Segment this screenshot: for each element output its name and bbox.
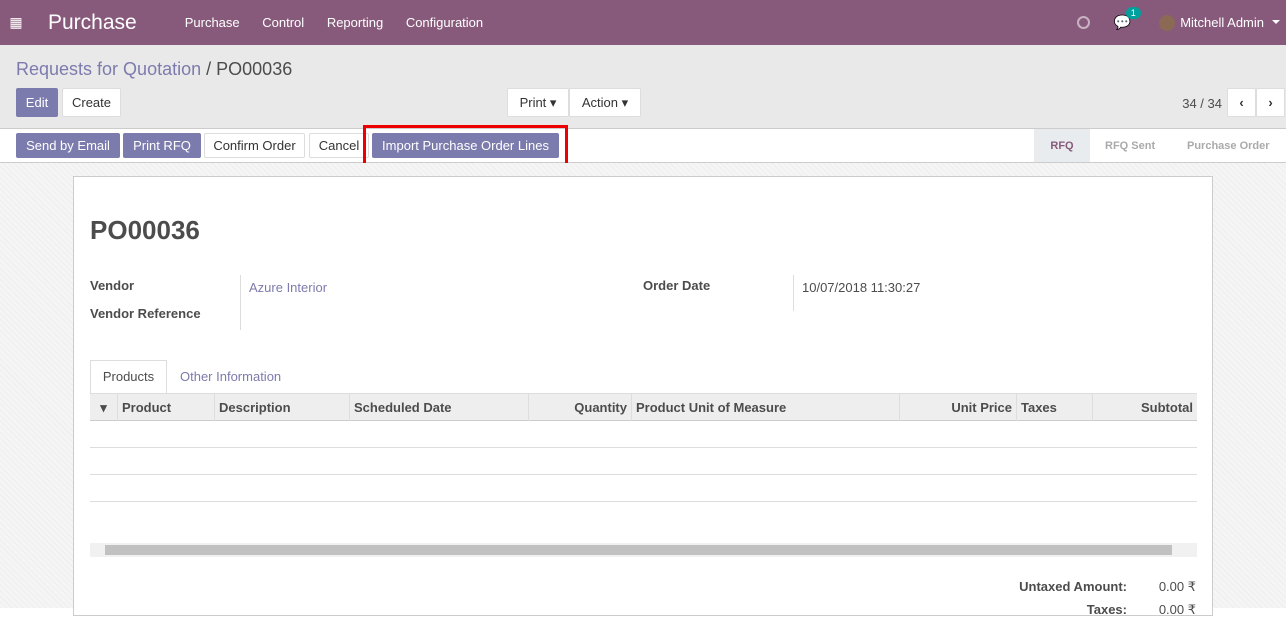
tab-products[interactable]: Products [90, 360, 167, 394]
status-purchase-order[interactable]: Purchase Order [1187, 129, 1270, 162]
send-by-email-button[interactable]: Send by Email [16, 133, 120, 158]
col-scheduled-date[interactable]: Scheduled Date [350, 394, 529, 421]
app-brand: Purchase [48, 10, 137, 34]
order-title: PO00036 [90, 215, 200, 245]
top-navbar: ▦ Purchase Purchase Control Reporting Co… [0, 0, 1286, 45]
confirm-order-button[interactable]: Confirm Order [204, 133, 305, 158]
menu-reporting[interactable]: Reporting [327, 15, 383, 30]
pager-previous-button[interactable]: ‹ [1227, 88, 1256, 117]
breadcrumb: Requests for Quotation / PO00036 [16, 59, 292, 80]
action-dropdown[interactable]: Action ▾ [569, 88, 641, 117]
print-rfq-button[interactable]: Print RFQ [123, 133, 201, 158]
taxes-label: Taxes: [1086, 602, 1127, 617]
import-purchase-order-lines-button[interactable]: Import Purchase Order Lines [372, 133, 559, 158]
tab-other-information[interactable]: Other Information [180, 369, 281, 384]
pager-value: 34 / 34 [1182, 96, 1222, 111]
breadcrumb-current: PO00036 [216, 59, 293, 79]
print-dropdown[interactable]: Print ▾ [507, 88, 569, 117]
vendor-label: Vendor [90, 278, 135, 293]
status-rfq: RFQ [1034, 129, 1090, 162]
order-date-label: Order Date [643, 278, 711, 293]
create-button[interactable]: Create [62, 88, 121, 117]
form-sheet: PO00036 Vendor Vendor Reference Azure In… [73, 176, 1213, 617]
menu-purchase[interactable]: Purchase [185, 15, 240, 30]
pager-next-button[interactable]: › [1256, 88, 1285, 117]
form-statusbar: Send by Email Print RFQ Confirm Order Ca… [0, 125, 1286, 167]
col-product[interactable]: Product [118, 394, 215, 421]
action-label: Action [581, 95, 618, 110]
taxes-value: 0.00 ₹ [1158, 602, 1196, 617]
breadcrumb-parent[interactable]: Requests for Quotation [16, 59, 201, 79]
cancel-button[interactable]: Cancel [309, 133, 369, 158]
print-label: Print [519, 95, 547, 110]
order-date-value: 10/07/2018 11:30:27 [802, 280, 921, 295]
activity-clock-icon[interactable] [1076, 16, 1090, 29]
col-uom[interactable]: Product Unit of Measure [632, 394, 900, 421]
col-unit-price[interactable]: Unit Price [900, 394, 1017, 421]
user-menu[interactable]: Mitchell Admin [1180, 15, 1264, 30]
col-quantity[interactable]: Quantity [529, 394, 632, 421]
apps-grid-icon[interactable]: ▦ [0, 14, 32, 31]
vendor-reference-label: Vendor Reference [90, 306, 201, 321]
col-taxes[interactable]: Taxes [1017, 394, 1093, 421]
untaxed-amount-value: 0.00 ₹ [1158, 579, 1196, 594]
menu-configuration[interactable]: Configuration [406, 15, 483, 30]
chevron-down-icon [1272, 20, 1280, 28]
col-description[interactable]: Description [215, 394, 350, 421]
untaxed-amount-label: Untaxed Amount: [1019, 579, 1127, 594]
table-body [90, 421, 1197, 525]
chat-icon[interactable]: 💬 1 [1114, 7, 1141, 31]
menu-control[interactable]: Control [262, 15, 304, 30]
breadcrumb-separator: / [206, 59, 212, 79]
control-panel: Requests for Quotation / PO00036 Edit Cr… [0, 45, 1286, 129]
chat-badge: 1 [1125, 7, 1141, 19]
col-subtotal[interactable]: Subtotal [1093, 394, 1197, 421]
horizontal-scrollbar[interactable] [90, 543, 1197, 557]
table-header: ▾ Product Description Scheduled Date Qua… [90, 393, 1197, 421]
sort-caret-icon[interactable]: ▾ [90, 394, 118, 421]
vendor-link[interactable]: Azure Interior [249, 280, 327, 295]
avatar [1159, 14, 1176, 31]
status-rfq-sent[interactable]: RFQ Sent [1105, 129, 1155, 162]
edit-button[interactable]: Edit [16, 88, 58, 117]
